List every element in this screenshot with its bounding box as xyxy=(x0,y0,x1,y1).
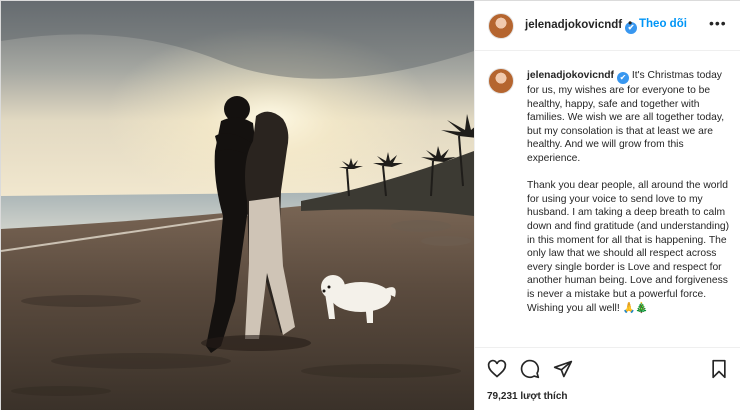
comment-icon[interactable] xyxy=(520,359,540,379)
post-photo[interactable] xyxy=(1,1,474,410)
heart-icon[interactable] xyxy=(487,359,507,379)
caption-avatar[interactable] xyxy=(488,68,514,94)
caption-paragraph-1-text: It's Christmas today for us, my wishes a… xyxy=(527,70,725,164)
follow-button[interactable]: Theo dõi xyxy=(639,18,687,30)
beach-sunset-photo xyxy=(1,1,474,410)
username-link[interactable]: jelenadjokovicndf ✔ xyxy=(525,19,638,34)
send-icon[interactable] xyxy=(553,359,573,379)
username-text: jelenadjokovicndf xyxy=(525,19,623,31)
caption-username-link[interactable]: jelenadjokovicndf xyxy=(527,70,614,81)
more-options-icon[interactable]: ••• xyxy=(709,15,727,31)
likes-count[interactable]: 79,231 lượt thích xyxy=(487,391,568,402)
post-header: jelenadjokovicndf ✔ • Theo dõi ••• xyxy=(475,1,740,51)
verified-badge-icon: ✔ xyxy=(616,72,629,84)
post-sidebar: jelenadjokovicndf ✔ • Theo dõi ••• jelena… xyxy=(474,1,740,410)
bookmark-icon[interactable] xyxy=(709,359,729,379)
action-bar xyxy=(475,347,740,387)
caption-text: jelenadjokovicndf ✔ It's Christmas today … xyxy=(527,69,733,329)
avatar[interactable] xyxy=(488,13,514,39)
instagram-post: jelenadjokovicndf ✔ • Theo dõi ••• jelena… xyxy=(0,0,740,410)
separator-dot: • xyxy=(628,16,633,30)
caption-paragraph-2: Thank you dear people, all around the wo… xyxy=(527,180,730,314)
caption-paragraph-1: jelenadjokovicndf ✔ It's Christmas today … xyxy=(527,69,733,166)
caption-section: jelenadjokovicndf ✔ It's Christmas today … xyxy=(475,52,740,348)
